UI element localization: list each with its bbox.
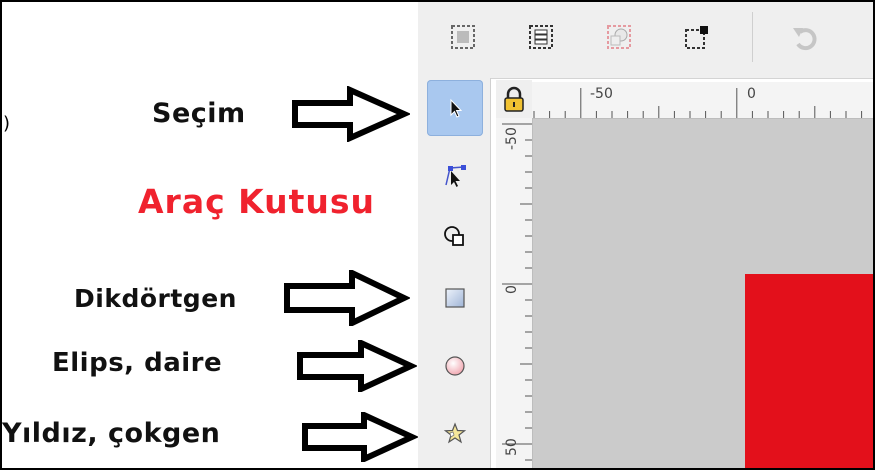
tweak-tool[interactable] — [427, 208, 483, 264]
ruler-label: 0 — [504, 285, 520, 294]
undo-icon — [793, 28, 817, 51]
star-icon — [443, 422, 467, 444]
label-yildiz: Yıldız, çokgen — [2, 418, 221, 449]
ruler-label: 0 — [747, 86, 756, 102]
vertical-ruler: -50 0 50 — [496, 118, 533, 468]
undo-button[interactable] — [790, 22, 820, 52]
arrow-dikdortgen-icon — [284, 270, 410, 326]
toolbar-separator — [752, 12, 753, 62]
paren-fragment: ) — [3, 113, 11, 134]
deselect-button[interactable] — [604, 22, 634, 52]
deselect-icon — [607, 25, 631, 49]
vertical-ruler-ticks — [502, 123, 532, 461]
select-in-all-layers-icon — [529, 25, 553, 49]
label-secim: Seçim — [152, 98, 246, 129]
select-all-icon — [451, 25, 475, 49]
node-tool[interactable] — [427, 148, 483, 204]
red-rectangle-shape[interactable] — [745, 274, 873, 468]
screenshot-frame: ) Seçim Araç Kutusu Dikdörtgen Elips, da… — [0, 0, 875, 470]
arrow-cursor-icon — [450, 98, 463, 118]
circle-icon — [445, 356, 465, 376]
ruler-label: 50 — [504, 438, 520, 456]
arrow-secim-icon — [292, 86, 410, 142]
label-elips: Elips, daire — [52, 348, 223, 378]
arrow-yildiz-icon — [302, 412, 418, 462]
ruler-corner-lock[interactable] — [496, 80, 532, 118]
commands-toolbar — [418, 2, 873, 79]
touch-select-button[interactable] — [682, 22, 712, 52]
star-tool[interactable] — [427, 406, 483, 462]
shapes-icon — [444, 226, 464, 246]
lock-icon — [504, 86, 524, 112]
touch-select-icon — [685, 26, 708, 49]
rectangle-icon — [445, 288, 465, 308]
rectangle-tool[interactable] — [427, 270, 483, 326]
select-in-all-layers-button[interactable] — [526, 22, 556, 52]
label-dikdortgen: Dikdörtgen — [74, 284, 237, 313]
ruler-label: -50 — [590, 86, 613, 102]
select-all-button[interactable] — [448, 22, 478, 52]
toolbox-panel — [418, 78, 491, 468]
label-arac-kutusu: Araç Kutusu — [138, 182, 376, 221]
node-editor-icon — [445, 165, 466, 187]
selector-tool[interactable] — [427, 80, 483, 136]
arrow-elips-icon — [297, 340, 417, 392]
ellipse-tool[interactable] — [427, 338, 483, 394]
horizontal-ruler-ticks — [533, 88, 863, 118]
ruler-label: -50 — [504, 127, 520, 150]
horizontal-ruler: -50 0 — [532, 82, 873, 119]
